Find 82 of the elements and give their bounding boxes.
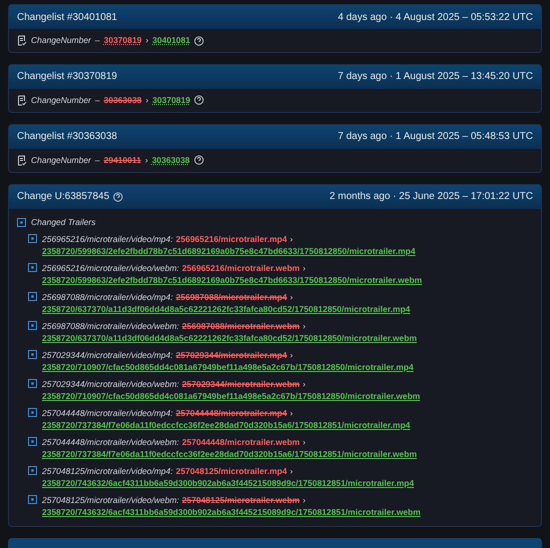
new-value: 2358720/743632/6acf4311bb6a59d300b902ab6a3f445215089d9c/1750812851/microtrailer.mp4 <box>42 478 414 488</box>
old-value: 257029344/microtrailer.webm <box>182 378 300 390</box>
timestamp: 4 days ago · 4 August 2025 – 05:53:22 UTC <box>338 10 533 24</box>
help-icon[interactable] <box>194 36 204 46</box>
new-value: 2358720/637370/a11d3df06dd4d8a5c62221262fc33fafca80cd52/1750812850/microtrailer.webm <box>42 333 417 344</box>
help-icon[interactable] <box>194 95 204 106</box>
trailer-key: 257048125/microtrailer/video/webm: <box>42 494 180 506</box>
new-value: 2358720/737384/f7e06da11f0edccfcc36f2ee28dad70d320b15a6/1750812851/microtrailer.webm <box>42 449 417 460</box>
trailer-key: 257044448/microtrailer/video/webm: <box>42 436 180 448</box>
card-title: Change U:63857845 <box>17 190 110 204</box>
expand-box-icon[interactable] <box>28 350 37 359</box>
expand-box-icon[interactable] <box>28 234 37 243</box>
document-check-icon <box>17 35 27 46</box>
old-value: 30370819 <box>104 34 142 47</box>
old-value: 257029344/microtrailer.mp4 <box>176 348 287 362</box>
new-value: 2358720/743632/6acf4311bb6a59d300b902ab6a3f445215089d9c/1750812851/microtrailer.webm <box>42 507 421 518</box>
arrow: › <box>290 232 293 246</box>
arrow: › <box>290 406 293 420</box>
expand-box-icon[interactable] <box>28 292 37 301</box>
timestamp: 7 days ago · 1 August 2025 – 05:48:53 UTC <box>338 130 533 144</box>
new-value: 2358720/737384/f7e06da11f0edccfcc36f2ee28dad70d320b15a6/1750812851/microtrailer.mp4 <box>42 420 410 430</box>
expand-box-icon[interactable] <box>28 378 37 388</box>
arrow: › <box>302 378 306 390</box>
old-value: 257048125/microtrailer.webm <box>182 494 300 506</box>
arrow: › <box>290 464 293 478</box>
new-value: 2358720/637370/a11d3df06dd4d8a5c62221262fc33fafca80cd52/1750812850/microtrailer.mp4 <box>42 304 410 314</box>
separator: – <box>95 94 100 107</box>
timestamp: 2 months ago · 25 June 2025 – 17:01:22 UTC <box>330 190 533 204</box>
arrow: › <box>290 290 293 304</box>
arrow: › <box>146 34 148 47</box>
trailer-key: 256987088/microtrailer/video/webm: <box>42 320 180 332</box>
trailer-key: 257029344/microtrailer/video/webm: <box>42 378 180 390</box>
trailer-key: 257044448/microtrailer/video/mp4: <box>42 406 173 420</box>
old-value: 257048125/microtrailer.mp4 <box>176 464 287 478</box>
new-value: 2358720/710907/cfac50d865dd4c081a67949bef11a498e5a2c67b/1750812850/microtrailer.mp4 <box>42 362 414 372</box>
arrow: › <box>302 436 306 448</box>
expand-box-icon[interactable] <box>28 408 37 417</box>
new-value: 30363038 <box>152 154 190 167</box>
trailer-key: 256965216/microtrailer/video/webm: <box>42 262 180 274</box>
card-title: Changelist #30370819 <box>17 70 118 84</box>
arrow: › <box>145 154 148 167</box>
help-icon[interactable] <box>194 155 204 166</box>
field-name: ChangeNumber <box>31 94 92 107</box>
trailer-key: 257029344/microtrailer/video/mp4: <box>42 348 173 362</box>
help-icon[interactable] <box>113 192 124 202</box>
document-check-icon <box>17 94 27 106</box>
card-title: Changelist #30363038 <box>17 130 118 144</box>
trailer-key: 257048125/microtrailer/video/mp4: <box>42 464 173 478</box>
trailer-key: 256965216/microtrailer/video/mp4: <box>42 232 173 246</box>
card-title: Changelist #30401081 <box>17 10 118 24</box>
arrow: › <box>302 494 306 506</box>
separator: – <box>95 154 100 167</box>
expand-box-icon[interactable] <box>28 320 37 330</box>
old-value: 256965216/microtrailer.webm <box>182 262 300 274</box>
new-value: 30370819 <box>152 94 190 107</box>
new-value: 2358720/710907/cfac50d865dd4c081a67949bef11a498e5a2c67b/1750812850/microtrailer.webm <box>42 391 420 402</box>
arrow: › <box>302 262 306 274</box>
expand-box-icon[interactable] <box>28 436 37 446</box>
old-value: 256987088/microtrailer.mp4 <box>176 290 287 304</box>
arrow: › <box>302 320 306 332</box>
arrow: › <box>290 348 293 362</box>
new-value: 2358720/599863/2efe2fbdd78b7c51d6892169a0b75e8c47bd6633/1750812850/microtrailer.mp4 <box>42 246 416 256</box>
expand-box-icon[interactable] <box>28 466 37 475</box>
new-value: 30401081 <box>152 34 190 47</box>
expand-box-icon[interactable] <box>28 262 37 272</box>
old-value: 30363038 <box>104 94 142 107</box>
old-value: 257044448/microtrailer.webm <box>182 436 300 448</box>
old-value: 257044448/microtrailer.mp4 <box>176 406 287 420</box>
field-name: ChangeNumber <box>31 34 92 47</box>
expand-box-icon[interactable] <box>28 494 37 504</box>
trailer-key: 256987088/microtrailer/video/mp4: <box>42 290 173 304</box>
old-value: 256965216/microtrailer.mp4 <box>176 232 287 246</box>
timestamp: 7 days ago · 1 August 2025 – 13:45:20 UTC <box>338 70 533 84</box>
document-check-icon <box>17 154 27 166</box>
old-value: 256987088/microtrailer.webm <box>182 320 300 332</box>
expand-box-icon[interactable] <box>17 218 26 228</box>
section-title: Changed Trailers <box>31 216 96 230</box>
arrow: › <box>146 94 148 107</box>
separator: – <box>95 34 100 47</box>
new-value: 2358720/599863/2efe2fbdd78b7c51d6892169a0b75e8c47bd6633/1750812850/microtrailer.webm <box>42 275 422 286</box>
old-value: 29410011 <box>104 154 142 167</box>
field-name: ChangeNumber <box>31 154 92 167</box>
